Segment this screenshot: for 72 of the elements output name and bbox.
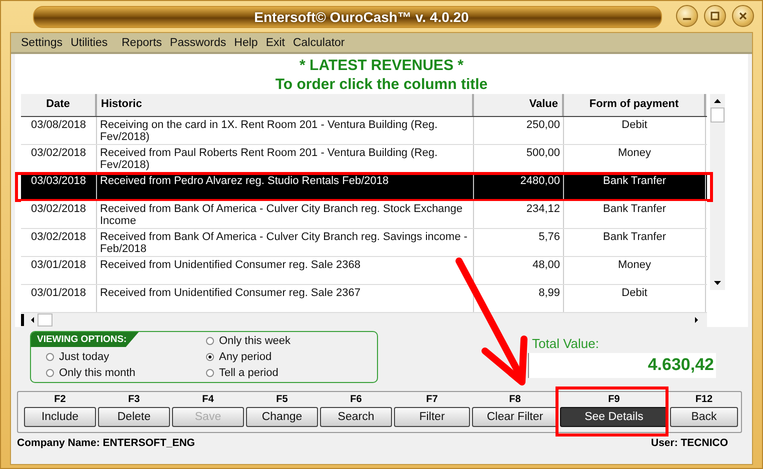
total-value-field: 4.630,42 bbox=[528, 353, 716, 378]
shortcut-key-label: F12 bbox=[695, 394, 713, 407]
table-cell: 03/02/2018 bbox=[21, 145, 97, 172]
shortcut-key-label: F9 bbox=[608, 394, 620, 407]
table-cell: Receiving on the card in 1X. Rent Room 201 - Ventura Building (Reg. Fev/2018) bbox=[97, 117, 474, 144]
action-button[interactable]: Delete bbox=[98, 407, 170, 427]
menu-item[interactable]: Exit bbox=[266, 36, 285, 48]
radio-option[interactable]: Only this week bbox=[206, 334, 291, 348]
table-cell: Debit bbox=[564, 285, 706, 312]
shortcut-key-label: F4 bbox=[202, 394, 214, 407]
table-cell: Bank Tranfer bbox=[564, 201, 706, 228]
table-cell: Received from Bank Of America - Culver City Branch reg. Savings income - Feb/2018 bbox=[97, 229, 474, 256]
table-cell: Bank Tranfer bbox=[564, 173, 706, 200]
vertical-scrollbar[interactable] bbox=[710, 94, 725, 290]
table-cell: 03/08/2018 bbox=[21, 117, 97, 144]
table-cell: Debit bbox=[564, 117, 706, 144]
shortcut-key-label: F2 bbox=[54, 394, 66, 407]
menu-item[interactable]: Passwords bbox=[170, 36, 226, 48]
table-cell: Received from Pedro Alvarez reg. Studio Rentals Feb/2018 bbox=[97, 173, 474, 200]
action-button[interactable]: Back bbox=[670, 407, 738, 427]
total-label: Total Value: bbox=[531, 336, 600, 351]
action-button[interactable]: Change bbox=[246, 407, 318, 427]
radio-option[interactable]: Tell a period bbox=[206, 366, 291, 380]
shortcut-key-label: F7 bbox=[426, 394, 438, 407]
menu-item[interactable]: Calculator bbox=[292, 36, 345, 48]
page-subheading: To order click the column title bbox=[274, 75, 489, 94]
table-cell: Money bbox=[564, 257, 706, 284]
radio-option[interactable]: Just today bbox=[46, 350, 206, 364]
maximize-button[interactable] bbox=[704, 5, 726, 27]
minimize-icon bbox=[683, 18, 691, 20]
table-cell: 8,99 bbox=[474, 285, 564, 312]
table-cell: 48,00 bbox=[474, 257, 564, 284]
table-cell: 03/01/2018 bbox=[21, 285, 97, 312]
action-button[interactable]: Include bbox=[24, 407, 96, 427]
window-title: Entersoft© OuroCash™ v. 4.0.20 bbox=[254, 8, 469, 24]
shortcut-key-label: F6 bbox=[350, 394, 362, 407]
shortcut-key-label: F8 bbox=[509, 394, 521, 407]
table-cell: 03/03/2018 bbox=[21, 173, 97, 200]
table-cell: Received from Unidentified Consumer reg. Sale 2368 bbox=[97, 257, 474, 284]
action-button[interactable]: Clear Filter bbox=[472, 407, 558, 427]
table-cell: 5,76 bbox=[474, 229, 564, 256]
shortcut-key-label: F5 bbox=[276, 394, 288, 407]
action-button[interactable]: Filter bbox=[394, 407, 470, 427]
table-cell: Received from Paul Roberts Rent Room 201 - Ventura Building (Reg. Fev/2018) bbox=[97, 145, 474, 172]
user-label: User: TECNICO bbox=[650, 437, 728, 449]
shortcut-key-label: F3 bbox=[128, 394, 140, 407]
table-cell: Received from Unidentified Consumer reg. Sale 2367 bbox=[97, 285, 474, 312]
company-name-label: Company Name: ENTERSOFT_ENG bbox=[17, 437, 195, 449]
table-cell: 250,00 bbox=[474, 117, 564, 144]
table-cell: 234,12 bbox=[474, 201, 564, 228]
menu-item[interactable]: Help bbox=[234, 36, 258, 48]
table-cell: Received from Bank Of America - Culver City Branch reg. Stock Exchange Income bbox=[97, 201, 474, 228]
minimize-button[interactable] bbox=[676, 5, 698, 27]
close-icon bbox=[738, 11, 748, 21]
maximize-icon bbox=[710, 11, 720, 21]
action-button[interactable]: See Details bbox=[560, 407, 668, 427]
radio-option[interactable]: Only this month bbox=[46, 366, 206, 380]
radio-option[interactable]: Any period bbox=[206, 350, 291, 364]
viewing-options-title: VIEWING OPTIONS: bbox=[31, 332, 139, 347]
menu-item[interactable]: Reports bbox=[122, 36, 162, 48]
close-button[interactable] bbox=[732, 5, 754, 27]
action-button[interactable]: Search bbox=[320, 407, 392, 427]
table-cell: 03/02/2018 bbox=[21, 229, 97, 256]
table-cell: 500,00 bbox=[474, 145, 564, 172]
table-cell: Bank Tranfer bbox=[564, 229, 706, 256]
table-cell: 03/01/2018 bbox=[21, 257, 97, 284]
table-cell: 2480,00 bbox=[474, 173, 564, 200]
page-heading: * LATEST REVENUES * bbox=[298, 56, 464, 75]
menu-item[interactable]: Settings bbox=[21, 36, 63, 48]
table-cell: Money bbox=[564, 145, 706, 172]
table-cell: 03/02/2018 bbox=[21, 201, 97, 228]
menu-item[interactable]: Utilities bbox=[70, 36, 108, 48]
